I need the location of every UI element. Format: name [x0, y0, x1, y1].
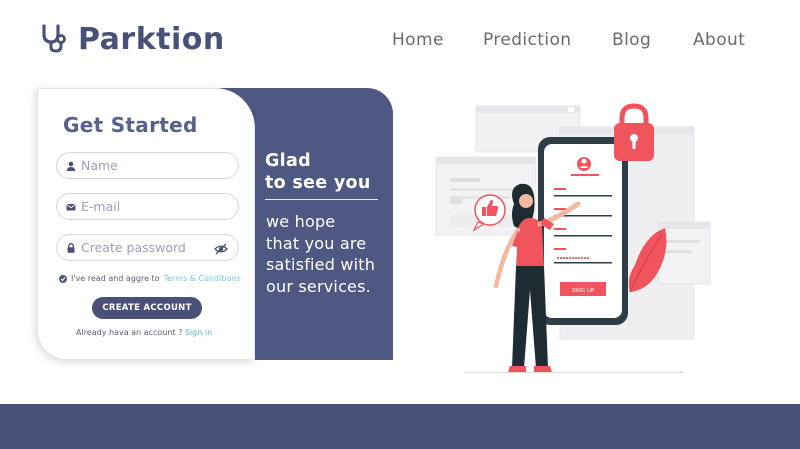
email-input[interactable] — [81, 199, 211, 214]
name-field[interactable] — [56, 152, 239, 179]
signup-form: Get Started I've re — [37, 88, 255, 360]
envelope-icon — [66, 202, 76, 212]
signup-card: Glad to see you we hope that you are sat… — [37, 88, 393, 360]
welcome-message-line3: satisfied with — [266, 255, 376, 274]
welcome-message: we hope that you are satisfied with our … — [266, 211, 375, 297]
create-account-button[interactable]: CREATE ACCOUNT — [92, 297, 202, 319]
welcome-headline-line2: to see you — [265, 173, 371, 193]
phone-signup-label: SING UP — [572, 288, 595, 294]
terms-link[interactable]: Terms & Conditions — [164, 274, 241, 283]
welcome-message-line4: our services. — [266, 276, 371, 296]
welcome-message-line1: we hope — [266, 212, 336, 231]
lock-icon — [66, 242, 76, 253]
password-input[interactable] — [81, 240, 211, 255]
nav-home[interactable]: Home — [392, 30, 444, 50]
name-input[interactable] — [81, 158, 211, 173]
welcome-message-line2: that you are — [266, 233, 367, 253]
nav-blog[interactable]: Blog — [612, 30, 651, 50]
top-nav: Home Prediction Blog About — [0, 30, 800, 52]
footer-bar — [0, 404, 800, 449]
nav-about[interactable]: About — [693, 30, 745, 50]
hide-password-icon[interactable] — [214, 241, 228, 255]
signin-prompt: Already hava an account ? Sign in — [76, 328, 212, 337]
nav-prediction[interactable]: Prediction — [483, 30, 571, 50]
terms-text: I've read and aggre to — [71, 274, 160, 283]
welcome-divider — [265, 199, 378, 200]
welcome-headline: Glad to see you — [265, 150, 371, 194]
terms-agreement: I've read and aggre to Terms & Condition… — [59, 274, 241, 283]
signin-text: Already hava an account ? — [76, 328, 183, 337]
welcome-headline-line1: Glad — [265, 151, 311, 171]
terms-checkbox[interactable] — [59, 274, 67, 283]
form-title: Get Started — [63, 113, 198, 137]
signup-illustration: SING UP — [430, 100, 720, 380]
signin-link[interactable]: Sign in — [185, 328, 212, 337]
email-field[interactable] — [56, 193, 239, 220]
password-field[interactable] — [56, 234, 239, 261]
user-icon — [66, 161, 76, 171]
